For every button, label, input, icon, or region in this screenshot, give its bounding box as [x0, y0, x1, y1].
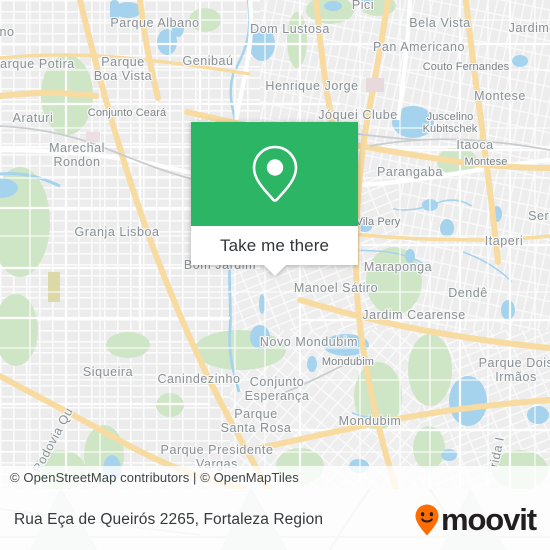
location-popup-card[interactable]: Take me there	[191, 122, 358, 276]
attribution-text: © OpenStreetMap contributors | © OpenMap…	[10, 470, 299, 485]
map-page: Parque Albano Dom Lustosa Pici Bela Vista Ja…	[0, 0, 550, 550]
popup-pointer-tail	[263, 265, 286, 276]
popup-image-area	[191, 122, 358, 226]
take-me-there-label: Take me there	[219, 235, 330, 255]
popup-cta-row[interactable]: Take me there	[191, 226, 358, 265]
moovit-smiley-pin-icon	[415, 504, 439, 535]
footer-bar: Rua Eça de Queirós 2265, Fortaleza Regio…	[0, 489, 550, 550]
map-attribution: © OpenStreetMap contributors | © OpenMap…	[0, 466, 550, 489]
map-viewport[interactable]: Parque Albano Dom Lustosa Pici Bela Vista Ja…	[0, 0, 550, 489]
map-pin-icon	[252, 145, 297, 202]
moovit-logo: moovit	[414, 502, 537, 537]
moovit-wordmark: moovit	[440, 502, 537, 537]
address-title: Rua Eça de Queirós 2265, Fortaleza Regio…	[14, 510, 324, 528]
